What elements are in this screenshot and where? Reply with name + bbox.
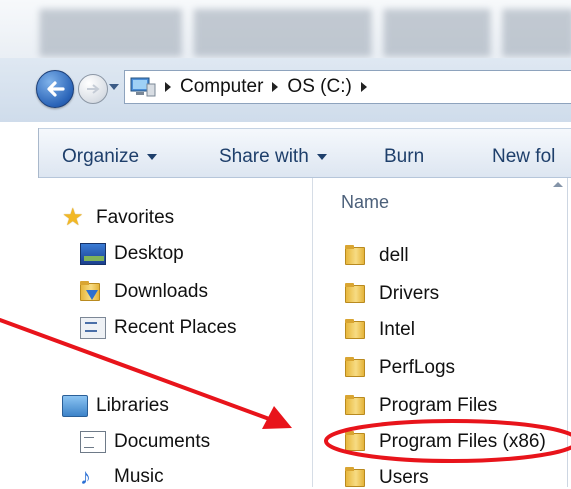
nav-favorites-label: Favorites xyxy=(96,207,175,228)
share-with-label: Share with xyxy=(219,146,309,167)
folder-icon xyxy=(345,245,371,267)
organize-button[interactable]: Organize xyxy=(62,146,158,168)
nav-item-label: Music xyxy=(114,466,164,487)
breadcrumb-os-c[interactable]: OS (C:) xyxy=(287,76,351,98)
dropdown-icon[interactable] xyxy=(109,84,119,90)
new-folder-label: New fol xyxy=(492,146,556,167)
file-row[interactable]: Program Files xyxy=(345,395,497,417)
desktop-icon xyxy=(80,243,106,265)
breadcrumb-arrow-icon[interactable] xyxy=(272,82,279,92)
nav-item-desktop[interactable]: Desktop xyxy=(80,243,184,265)
file-row[interactable]: Users xyxy=(345,467,429,489)
file-row[interactable]: PerfLogs xyxy=(345,357,455,379)
forward-arrow-icon xyxy=(87,84,100,94)
file-name: PerfLogs xyxy=(379,357,456,378)
folder-icon xyxy=(345,319,371,341)
window-border xyxy=(567,178,568,487)
music-icon: ♪ xyxy=(80,464,91,489)
document-icon xyxy=(80,431,106,453)
nav-item-label: Desktop xyxy=(114,243,184,264)
pane-divider[interactable] xyxy=(312,178,313,487)
nav-item-downloads[interactable]: Downloads xyxy=(80,281,208,303)
nav-item-documents[interactable]: Documents xyxy=(80,431,210,453)
breadcrumb-computer[interactable]: Computer xyxy=(180,76,263,98)
nav-libraries[interactable]: Libraries xyxy=(62,395,169,417)
address-bar[interactable]: Computer OS (C:) xyxy=(124,70,571,104)
breadcrumb-arrow-icon[interactable] xyxy=(165,82,171,92)
downloads-folder-icon xyxy=(80,281,106,303)
file-row[interactable]: Drivers xyxy=(345,283,439,305)
nav-item-recent-places[interactable]: Recent Places xyxy=(80,317,237,339)
new-folder-button[interactable]: New fol xyxy=(492,146,555,168)
folder-icon xyxy=(345,431,371,453)
forward-button[interactable] xyxy=(78,74,108,104)
file-name: Users xyxy=(379,467,429,488)
chevron-down-icon xyxy=(147,153,158,160)
file-row[interactable]: Intel xyxy=(345,319,415,341)
nav-libraries-label: Libraries xyxy=(96,395,169,416)
folder-icon xyxy=(345,357,371,379)
file-name: Drivers xyxy=(379,283,440,304)
file-name: Program Files (x86) xyxy=(379,431,546,452)
folder-icon xyxy=(345,395,371,417)
burn-button[interactable]: Burn xyxy=(384,146,424,168)
back-button[interactable] xyxy=(36,70,74,108)
column-header-name[interactable]: Name xyxy=(341,192,389,213)
nav-favorites[interactable]: ★ Favorites xyxy=(62,204,175,231)
organize-label: Organize xyxy=(62,146,140,167)
file-name: Program Files xyxy=(379,395,498,416)
file-name: Intel xyxy=(379,319,415,340)
nav-item-label: Recent Places xyxy=(114,317,237,338)
burn-label: Burn xyxy=(384,146,425,167)
sort-ascending-icon xyxy=(553,182,563,187)
folder-icon xyxy=(345,467,371,489)
star-icon: ★ xyxy=(62,204,84,231)
nav-item-label: Documents xyxy=(114,431,211,452)
folder-icon xyxy=(345,283,371,305)
share-with-button[interactable]: Share with xyxy=(219,146,327,168)
blurred-heading: ▇▇▇▇ ▇▇▇▇▇ ▇▇▇ ▇▇ xyxy=(40,3,571,55)
file-name: dell xyxy=(379,245,409,266)
back-arrow-icon xyxy=(47,81,65,97)
file-row-program-files-x86[interactable]: Program Files (x86) xyxy=(345,431,546,453)
recent-places-icon xyxy=(80,317,106,339)
breadcrumb-arrow-icon[interactable] xyxy=(360,82,367,92)
library-icon xyxy=(62,395,88,417)
computer-icon xyxy=(130,76,156,98)
file-row[interactable]: dell xyxy=(345,245,409,267)
nav-item-label: Downloads xyxy=(114,281,208,302)
nav-item-music[interactable]: ♪ Music xyxy=(80,466,164,488)
chevron-down-icon xyxy=(316,153,327,160)
